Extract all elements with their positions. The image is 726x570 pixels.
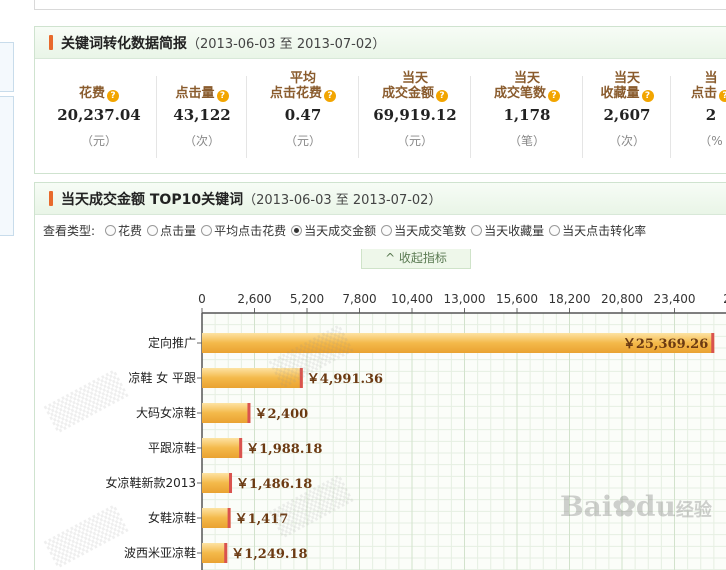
sidebar-block [0, 96, 14, 236]
x-tick-label: 15,600 [496, 292, 538, 306]
watermark-mark: ▒▒▒▒ [43, 368, 129, 434]
x-tick-label: 23,400 [654, 292, 696, 306]
sidebar-block [0, 42, 14, 92]
metric-4: 当天 成交笔数? 1,178 （笔） [471, 70, 583, 166]
x-tick-label: 2,600 [237, 292, 271, 306]
value-label: ￥1,486.18 [236, 477, 312, 492]
x-tick-label: 13,000 [444, 292, 486, 306]
help-icon[interactable]: ? [216, 90, 229, 102]
metric-label: 点击量? [157, 70, 247, 102]
metric-label: 当点击? [671, 70, 726, 102]
category-label: 凉鞋 女 平跟 [128, 370, 196, 385]
category-label: 定向推广 [148, 335, 196, 350]
metric-value: 20,237.04 [57, 106, 141, 124]
metric-value: 2 [705, 106, 717, 124]
bar-end-cap [227, 508, 231, 528]
value-label: ￥25,369.26 [623, 337, 708, 352]
help-icon[interactable]: ? [324, 90, 336, 102]
value-label: ￥2,400 [254, 407, 308, 422]
metric-0: 花费? 20,237.04 （元） [41, 70, 157, 166]
metric-unit: （元） [80, 134, 117, 148]
metric-label: 当天 成交金额? [359, 70, 471, 102]
metric-value: 2,607 [603, 106, 651, 124]
paw-icon: ✿ [612, 490, 636, 523]
help-icon[interactable]: ? [548, 90, 560, 102]
bar-end-cap [247, 403, 251, 423]
metric-value: 1,178 [503, 106, 551, 124]
summary-range: （2013-06-03 至 2013-07-02） [187, 37, 386, 52]
metric-value: 69,919.12 [373, 106, 457, 124]
metric-unit: （笔） [508, 134, 545, 148]
category-label: 波西米亚凉鞋 [124, 545, 196, 560]
bar-end-cap [229, 473, 233, 493]
help-icon[interactable]: ? [107, 90, 119, 102]
metric-5: 当天 收藏量? 2,607 （次） [583, 70, 671, 166]
bar-end-cap [224, 543, 228, 563]
metric-unit: （% [699, 134, 723, 148]
metric-unit: （次） [608, 134, 645, 148]
metric-unit: （元） [284, 134, 321, 148]
help-icon[interactable]: ? [641, 90, 654, 102]
category-label: 女凉鞋新款2013 [105, 475, 196, 490]
metric-3: 当天 成交金额? 69,919.12 （元） [359, 70, 471, 166]
header-accent-mark [49, 35, 53, 50]
metric-value: 43,122 [173, 106, 231, 124]
category-label: 平跟凉鞋 [148, 440, 196, 455]
metric-value: 0.47 [284, 106, 322, 124]
bar-end-cap [239, 438, 243, 458]
help-icon[interactable]: ? [719, 90, 726, 102]
x-tick-label: 20,800 [601, 292, 643, 306]
x-tick-label: 7,800 [342, 292, 376, 306]
metric-2: 平均 点击花费? 0.47 （元） [247, 70, 359, 166]
bar [202, 403, 251, 423]
category-label: 大码女凉鞋 [136, 405, 196, 420]
bar [202, 438, 243, 458]
summary-title: 关键词转化数据简报 [61, 35, 187, 52]
help-icon[interactable]: ? [436, 90, 448, 102]
x-tick-label: 10,400 [391, 292, 433, 306]
bar [202, 543, 228, 563]
bar-end-cap [711, 333, 715, 353]
value-label: ￥4,991.36 [307, 372, 383, 387]
metric-label: 平均 点击花费? [247, 70, 359, 102]
bar [202, 508, 231, 528]
x-tick-label: 18,200 [549, 292, 591, 306]
metric-6: 当点击? 2 （% [671, 70, 726, 166]
x-tick-label: 0 [198, 292, 206, 306]
metric-1: 点击量? 43,122 （次） [157, 70, 247, 166]
metric-unit: （元） [396, 134, 433, 148]
summary-panel-header: 关键词转化数据简报 （2013-06-03 至 2013-07-02） [35, 27, 726, 59]
category-label: 女鞋凉鞋 [148, 510, 196, 525]
value-label: ￥1,249.18 [231, 547, 307, 562]
value-label: ￥1,988.18 [246, 442, 322, 457]
watermark-mark: ▒▒▒▒ [43, 503, 129, 569]
bar [202, 473, 233, 493]
previous-panel-bottom [34, 0, 726, 10]
metrics-row: 花费? 20,237.04 （元） 点击量? 43,122 （次） 平均 点击花费? 0.47 （… [35, 60, 726, 172]
metric-label: 花费? [41, 70, 157, 102]
metric-label: 当天 成交笔数? [471, 70, 583, 102]
summary-panel: 关键词转化数据简报 （2013-06-03 至 2013-07-02） 花费? 2… [34, 26, 726, 174]
metric-unit: （次） [183, 134, 220, 148]
x-tick-label: 5,200 [290, 292, 324, 306]
baidu-watermark: Bai✿du经验 [560, 490, 712, 523]
collapse-metrics-button[interactable]: ^ 收起指标 [361, 249, 471, 269]
metric-label: 当天 收藏量? [583, 70, 671, 102]
left-sidebar-fragment [0, 0, 16, 570]
